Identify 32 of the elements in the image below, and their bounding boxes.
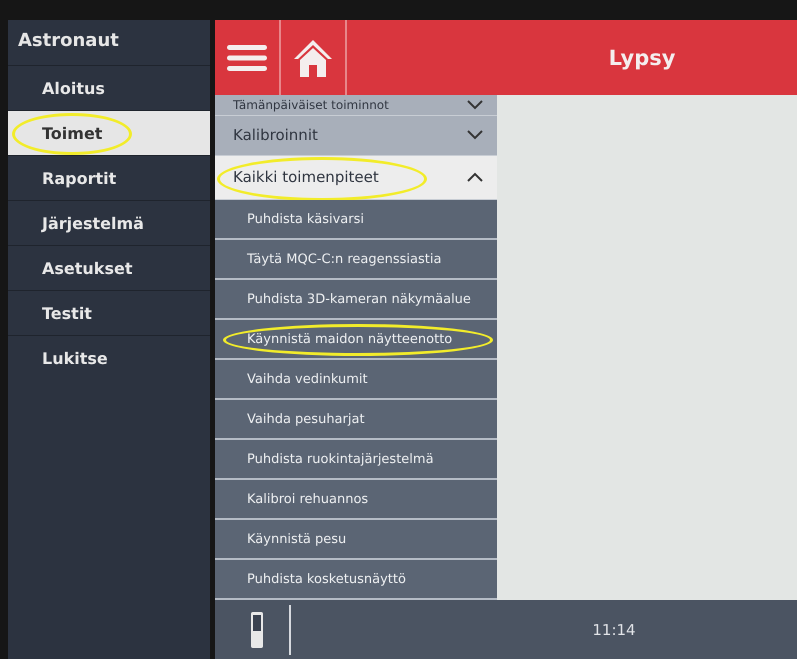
chevron-down-icon xyxy=(467,130,483,140)
menu-action[interactable]: Puhdista ruokintajärjestelmä xyxy=(215,440,497,480)
group-label: Kalibroinnit xyxy=(233,126,318,144)
sidebar-item[interactable]: Asetukset xyxy=(8,246,210,290)
menu-action[interactable]: Vaihda vedinkumit xyxy=(215,360,497,400)
group-label: Kaikki toimenpiteet xyxy=(233,168,379,186)
menu-action[interactable]: Puhdista käsivarsi xyxy=(215,200,497,240)
menu-group[interactable]: Tämänpäiväiset toiminnot xyxy=(215,95,497,116)
sidebar-item[interactable]: Testit xyxy=(8,291,210,335)
menu-action[interactable]: Käynnistä maidon näytteenotto xyxy=(215,320,497,360)
sidebar-item[interactable]: Aloitus xyxy=(8,66,210,110)
app-title: Astronaut xyxy=(17,29,120,53)
sidebar-item[interactable]: Raportit xyxy=(8,156,210,200)
page-title: Lypsy xyxy=(608,46,676,70)
home-icon xyxy=(293,38,333,78)
clock-time: 11:14 xyxy=(591,620,637,638)
chevron-up-icon xyxy=(467,172,483,182)
chevron-down-icon xyxy=(467,100,483,110)
menu-icon xyxy=(227,42,267,72)
sidebar-item[interactable]: Järjestelmä xyxy=(8,201,210,245)
sidebar-item[interactable]: Lukitse xyxy=(8,336,210,380)
menu-action[interactable]: Puhdista 3D-kameran näkymäalue xyxy=(215,280,497,320)
menu-action[interactable]: Vaihda pesuharjat xyxy=(215,400,497,440)
menu-action[interactable]: Täytä MQC-C:n reagenssiastia xyxy=(215,240,497,280)
sidebar-item[interactable]: Toimet xyxy=(8,111,210,155)
group-label: Tämänpäiväiset toiminnot xyxy=(233,98,389,112)
menu-group[interactable]: Kalibroinnit xyxy=(215,116,497,156)
test-tube-icon xyxy=(250,610,264,648)
menu-action[interactable]: Kalibroi rehuannos xyxy=(215,480,497,520)
menu-group[interactable]: Kaikki toimenpiteet xyxy=(215,156,497,200)
menu-action[interactable]: Puhdista kosketusnäyttö xyxy=(215,560,497,600)
menu-action[interactable]: Käynnistä pesu xyxy=(215,520,497,560)
